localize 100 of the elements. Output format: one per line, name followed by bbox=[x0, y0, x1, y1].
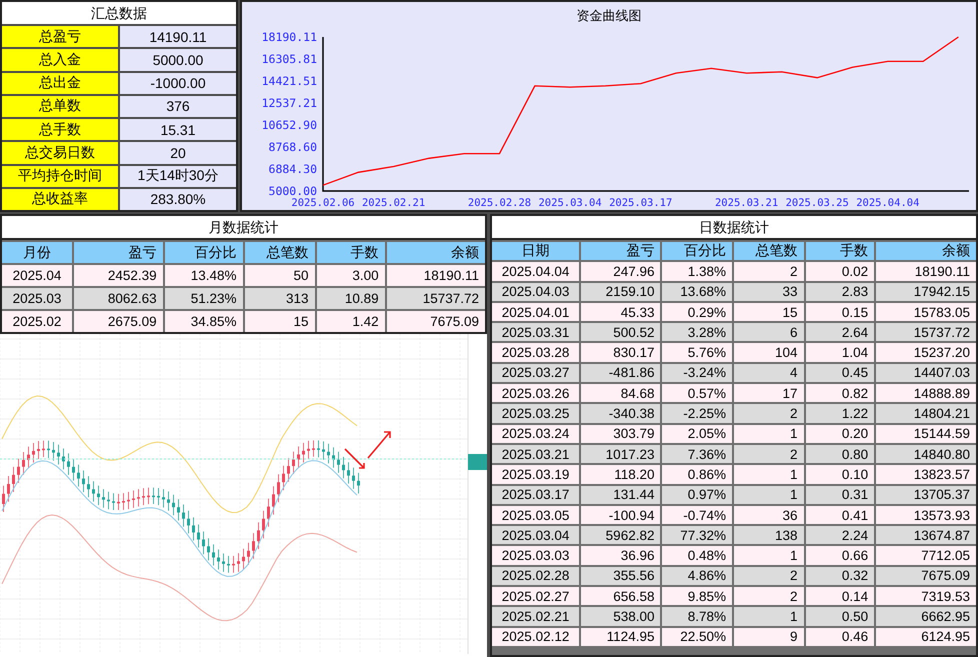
table-cell: 2025.03.03 bbox=[492, 546, 580, 565]
table-cell: 14804.21 bbox=[876, 404, 976, 423]
table-cell: 9 bbox=[734, 628, 804, 646]
table-cell: 45.33 bbox=[581, 302, 660, 322]
table-cell: 13.48% bbox=[164, 265, 242, 286]
table-cell: 36 bbox=[734, 506, 804, 524]
label-cell: 总手数 bbox=[2, 119, 118, 140]
table-cell: 2.24 bbox=[806, 526, 874, 544]
table-cell: 8.78% bbox=[662, 607, 732, 626]
table-cell: 2025.02.27 bbox=[492, 587, 580, 606]
table-title: 月数据统计 bbox=[2, 216, 485, 240]
table-cell: 15237.20 bbox=[876, 343, 976, 362]
table-cell: 1.04 bbox=[806, 343, 874, 362]
table-cell: 22.50% bbox=[662, 628, 732, 646]
y-tick-label: 14421.51 bbox=[262, 74, 317, 88]
table-cell: 0.86% bbox=[662, 465, 732, 484]
up-arrow bbox=[367, 431, 391, 459]
x-tick-label: 2025.03.04 bbox=[538, 197, 602, 209]
table-cell: 15783.05 bbox=[876, 302, 976, 322]
column-header: 百分比 bbox=[662, 242, 732, 260]
table-cell: 2025.03.17 bbox=[492, 486, 580, 504]
x-tick-label: 2025.02.28 bbox=[468, 197, 532, 209]
chart-title: 资金曲线图 bbox=[576, 9, 642, 24]
value-cell: 376 bbox=[120, 96, 236, 117]
table-cell: 118.20 bbox=[581, 465, 660, 484]
x-tick-label: 2025.03.17 bbox=[609, 197, 672, 209]
y-tick-label: 10652.90 bbox=[262, 118, 317, 132]
value-cell: 5000.00 bbox=[120, 49, 236, 70]
table-cell: 538.00 bbox=[581, 607, 660, 626]
table-cell: 18190.11 bbox=[876, 262, 976, 281]
table-cell: 36.96 bbox=[581, 546, 660, 565]
value-cell: 283.80% bbox=[120, 188, 236, 210]
column-header: 手数 bbox=[316, 242, 385, 263]
table-cell: 0.10 bbox=[806, 465, 874, 484]
table-cell: 247.96 bbox=[581, 262, 660, 281]
table-cell: 33 bbox=[734, 282, 804, 301]
y-tick-label: 16305.81 bbox=[262, 52, 317, 66]
table-cell: 2025.03.31 bbox=[492, 323, 580, 342]
x-tick-label: 2025.04.04 bbox=[856, 197, 920, 209]
table-cell: 2 bbox=[734, 566, 804, 586]
column-header: 总笔数 bbox=[734, 242, 804, 260]
table-cell: 2 bbox=[734, 444, 804, 464]
table-cell: -481.86 bbox=[581, 364, 660, 382]
table-cell: 2 bbox=[734, 262, 804, 281]
table-cell: 0.29% bbox=[662, 302, 732, 322]
table-cell: 2025.04.01 bbox=[492, 302, 580, 322]
table-cell: 0.50 bbox=[806, 607, 874, 626]
table-cell: 14840.80 bbox=[876, 444, 976, 464]
table-cell: 13705.37 bbox=[876, 486, 976, 504]
table-cell: 2025.03.19 bbox=[492, 465, 580, 484]
column-header: 百分比 bbox=[164, 242, 242, 263]
column-header: 余额 bbox=[876, 242, 976, 260]
column-header: 手数 bbox=[806, 242, 874, 260]
table-cell: 303.79 bbox=[581, 424, 660, 443]
table-cell: 1017.23 bbox=[581, 444, 660, 464]
label-cell: 总交易日数 bbox=[2, 142, 118, 164]
value-cell: 14190.11 bbox=[120, 26, 236, 48]
table-cell: 2025.03.27 bbox=[492, 364, 580, 382]
table-cell: 2 bbox=[734, 587, 804, 606]
table-cell: 13823.57 bbox=[876, 465, 976, 484]
table-cell: 4.86% bbox=[662, 566, 732, 586]
table-cell: 10.89 bbox=[316, 288, 385, 309]
table-cell: 2675.09 bbox=[74, 311, 163, 332]
y-tick-label: 12537.21 bbox=[262, 96, 317, 110]
table-cell: 2025.03.24 bbox=[492, 424, 580, 443]
table-cell: -0.74% bbox=[662, 506, 732, 524]
down-arrow bbox=[344, 448, 365, 469]
value-cell: -1000.00 bbox=[120, 72, 236, 94]
table-cell: 15737.72 bbox=[386, 288, 485, 309]
panel-title: 汇总数据 bbox=[2, 2, 236, 24]
table-cell: 1 bbox=[734, 465, 804, 484]
label-cell: 总入金 bbox=[2, 49, 118, 70]
table-cell: 8062.63 bbox=[74, 288, 163, 309]
table-cell: -100.94 bbox=[581, 506, 660, 524]
table-cell: 84.68 bbox=[581, 384, 660, 402]
table-cell: 3.28% bbox=[662, 323, 732, 342]
table-cell: 2025.04.03 bbox=[492, 282, 580, 301]
table-cell: 0.41 bbox=[806, 506, 874, 524]
table-cell: 2.05% bbox=[662, 424, 732, 443]
table-cell: 2025.02 bbox=[2, 311, 72, 332]
table-cell: 2025.03.26 bbox=[492, 384, 580, 402]
table-cell: 5.76% bbox=[662, 343, 732, 362]
table-cell: 1124.95 bbox=[581, 628, 660, 646]
table-cell: 2025.03 bbox=[2, 288, 72, 309]
value-cell: 1天14时30分 bbox=[120, 166, 236, 187]
table-cell: 0.14 bbox=[806, 587, 874, 606]
table-cell: 1.42 bbox=[316, 311, 385, 332]
label-cell: 平均持仓时间 bbox=[2, 166, 118, 187]
y-tick-label: 18190.11 bbox=[262, 30, 317, 44]
table-cell: 17 bbox=[734, 384, 804, 402]
table-cell: 0.97% bbox=[662, 486, 732, 504]
label-cell: 总单数 bbox=[2, 96, 118, 117]
table-cell: 18190.11 bbox=[386, 265, 485, 286]
table-cell: 7712.05 bbox=[876, 546, 976, 565]
value-cell: 15.31 bbox=[120, 119, 236, 140]
y-tick-label: 6884.30 bbox=[268, 162, 317, 176]
table-cell: -340.38 bbox=[581, 404, 660, 423]
table-cell: -2.25% bbox=[662, 404, 732, 423]
table-cell: 2025.03.25 bbox=[492, 404, 580, 423]
table-cell: 0.57% bbox=[662, 384, 732, 402]
